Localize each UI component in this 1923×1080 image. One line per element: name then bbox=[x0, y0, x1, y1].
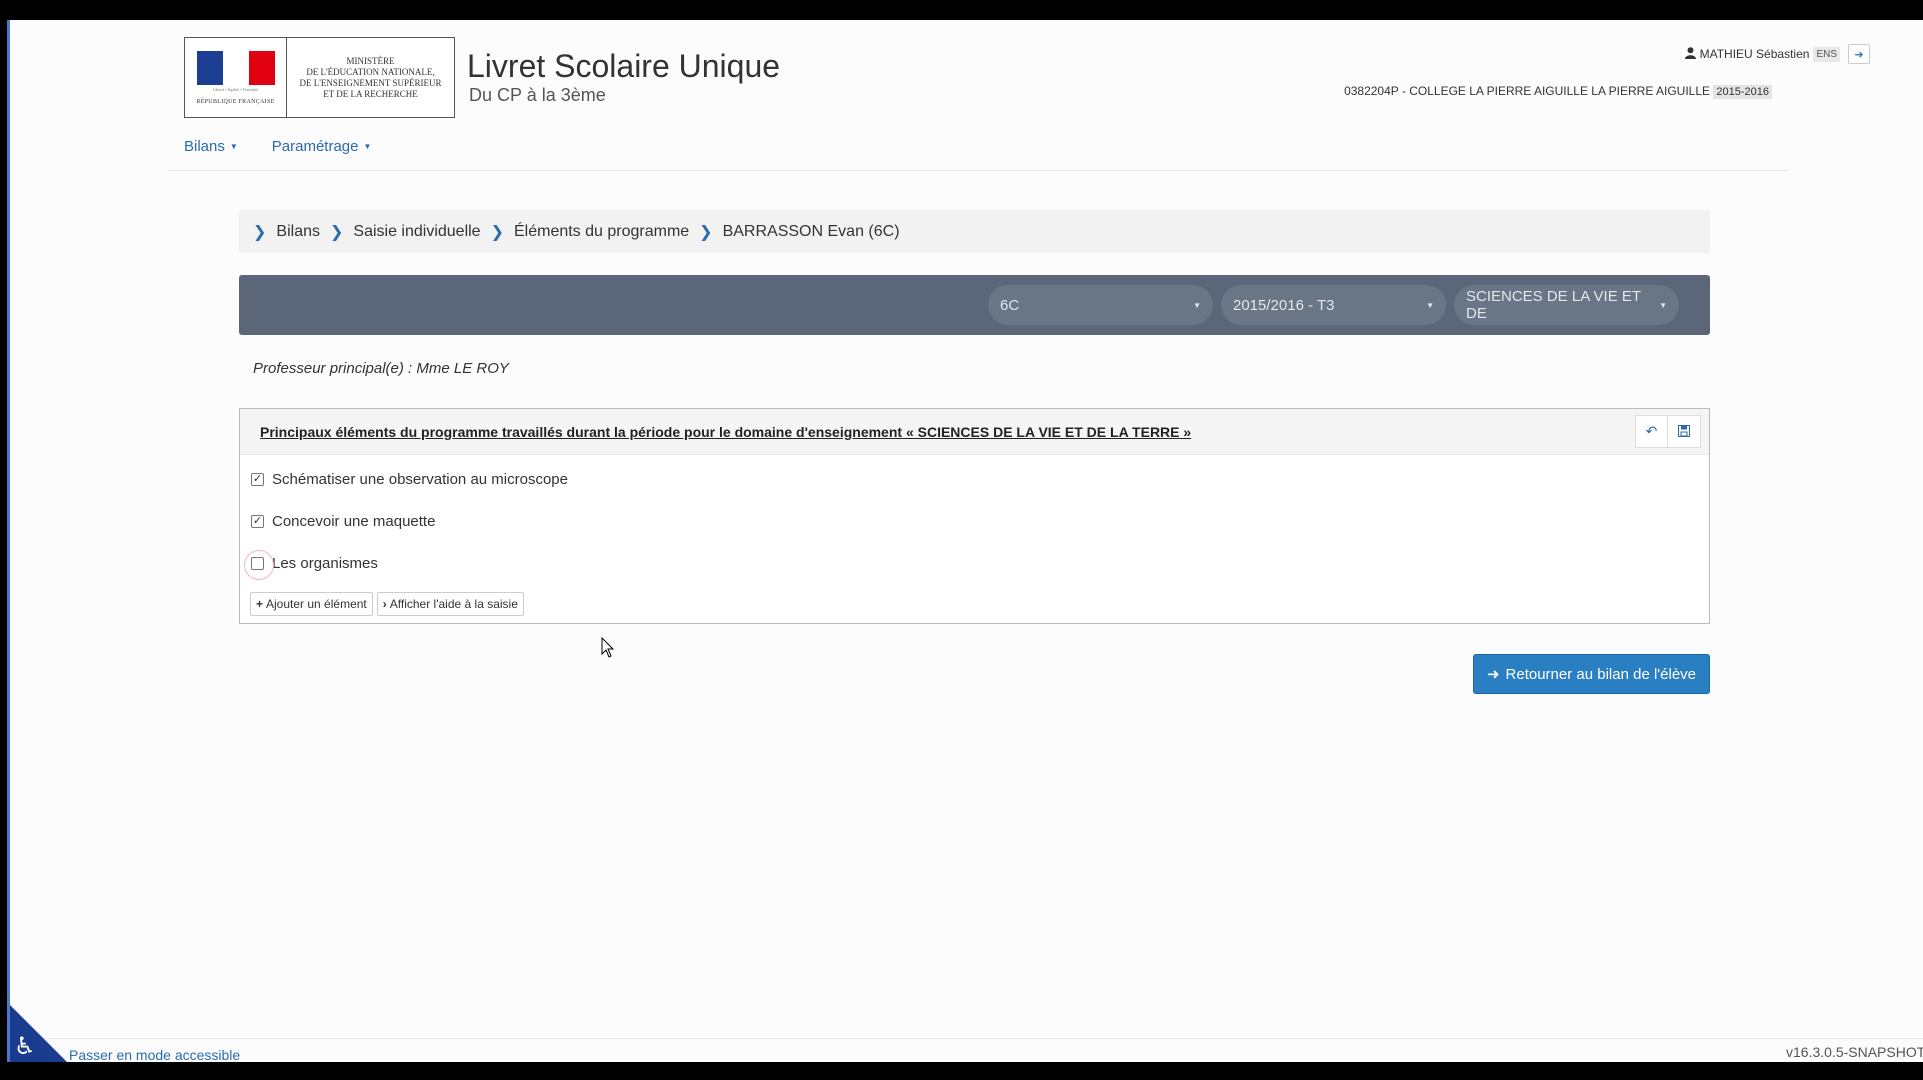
app-page: Liberté • Égalité • Fraternité RÉPUBLIQU… bbox=[7, 20, 1923, 1062]
back-button-label: Retourner au bilan de l'élève bbox=[1505, 665, 1697, 683]
caret-down-icon: ▼ bbox=[363, 142, 372, 151]
class-select-value: 6C bbox=[1000, 296, 1020, 314]
breadcrumb-student: BARRASSON Evan (6C) bbox=[722, 222, 900, 240]
subject-select-value: SCIENCES DE LA VIE ET DE bbox=[1466, 288, 1641, 322]
republic-label: RÉPUBLIQUE FRANÇAISE bbox=[196, 98, 275, 105]
principal-teacher: Professeur principal(e) : Mme LE ROY bbox=[253, 360, 509, 377]
logout-icon: ➜ bbox=[1854, 48, 1864, 61]
user-icon bbox=[1684, 46, 1696, 62]
item-checkbox-checked[interactable]: ✓ bbox=[251, 515, 264, 528]
breadcrumb: ❯ Bilans ❯ Saisie individuelle ❯ Élément… bbox=[239, 210, 1710, 253]
school-year-badge: 2015-2016 bbox=[1713, 85, 1772, 99]
undo-icon: ↶ bbox=[1645, 423, 1658, 439]
breadcrumb-bilans[interactable]: Bilans bbox=[276, 223, 320, 241]
item-checkbox-unchecked[interactable] bbox=[244, 550, 274, 580]
marianne-logo: Liberté • Égalité • Fraternité RÉPUBLIQU… bbox=[185, 38, 287, 117]
add-element-label: Ajouter un élément bbox=[266, 597, 367, 611]
footer-divider bbox=[10, 1038, 1923, 1039]
logout-button[interactable]: ➜ bbox=[1848, 44, 1870, 64]
nav-parametrage-menu[interactable]: Paramétrage ▼ bbox=[272, 138, 372, 155]
app-subtitle: Du CP à la 3ème bbox=[469, 85, 606, 105]
nav-divider bbox=[168, 170, 1788, 171]
program-item: Les organismes bbox=[244, 550, 378, 580]
caret-down-icon: ▼ bbox=[1659, 300, 1667, 310]
program-item-label: Les organismes bbox=[272, 555, 378, 572]
filter-toolbar: 6C ▼ 2015/2016 - T3 ▼ SCIENCES DE LA VIE… bbox=[239, 275, 1710, 335]
save-icon bbox=[1678, 424, 1690, 440]
caret-down-icon: ▼ bbox=[1426, 300, 1434, 310]
focus-ring bbox=[244, 550, 274, 580]
chevron-right-icon: ❯ bbox=[699, 223, 713, 241]
class-select[interactable]: 6C ▼ bbox=[988, 285, 1213, 325]
save-button[interactable] bbox=[1668, 415, 1701, 448]
ministry-logo: Liberté • Égalité • Fraternité RÉPUBLIQU… bbox=[184, 37, 455, 118]
user-name: MATHIEU Sébastien bbox=[1699, 47, 1810, 61]
school-info: 0382204P - COLLEGE LA PIERRE AIGUILLE LA… bbox=[1210, 84, 1772, 99]
nav-item-label: Paramétrage bbox=[271, 138, 359, 155]
period-select[interactable]: 2015/2016 - T3 ▼ bbox=[1221, 285, 1446, 325]
caret-down-icon: ▼ bbox=[229, 142, 238, 151]
panel-header: Principaux éléments du programme travail… bbox=[240, 409, 1709, 455]
chevron-right-icon: ❯ bbox=[329, 223, 344, 241]
show-help-button[interactable]: › Afficher l'aide à la saisie bbox=[376, 592, 524, 616]
chevron-right-icon: ❯ bbox=[490, 223, 504, 241]
mouse-cursor-icon bbox=[601, 636, 615, 664]
show-help-label: Afficher l'aide à la saisie bbox=[389, 597, 518, 611]
program-item-label: Schématiser une observation au microscop… bbox=[272, 471, 568, 488]
accessible-mode-link[interactable]: Passer en mode accessible bbox=[69, 1047, 240, 1062]
subject-select[interactable]: SCIENCES DE LA VIE ET DE ▼ bbox=[1454, 285, 1679, 325]
panel-buttons: + Ajouter un élément › Afficher l'aide à… bbox=[250, 592, 524, 616]
add-element-button[interactable]: + Ajouter un élément bbox=[250, 592, 373, 616]
plus-icon: + bbox=[256, 597, 264, 611]
nav-bilans-menu[interactable]: Bilans ▼ bbox=[184, 138, 238, 155]
caret-down-icon: ▼ bbox=[1193, 300, 1201, 310]
republic-motto: Liberté • Égalité • Fraternité bbox=[212, 86, 259, 92]
version-label: v16.3.0.5-SNAPSHOT bbox=[1786, 1044, 1923, 1060]
program-item: ✓ Schématiser une observation au microsc… bbox=[251, 471, 568, 488]
undo-button[interactable]: ↶ bbox=[1635, 415, 1668, 448]
user-info: MATHIEU Sébastien ENS ➜ bbox=[1570, 44, 1870, 64]
french-flag-icon bbox=[196, 50, 275, 85]
chevron-right-icon: › bbox=[382, 597, 387, 611]
period-select-value: 2015/2016 - T3 bbox=[1233, 296, 1335, 314]
chevron-right-icon: ❯ bbox=[253, 223, 267, 241]
panel-actions: ↶ bbox=[1635, 415, 1701, 448]
item-checkbox-checked[interactable]: ✓ bbox=[251, 473, 264, 486]
panel-title: Principaux éléments du programme travail… bbox=[260, 423, 1192, 440]
breadcrumb-saisie[interactable]: Saisie individuelle bbox=[353, 223, 480, 241]
school-name: 0382204P - COLLEGE LA PIERRE AIGUILLE LA… bbox=[1344, 84, 1711, 98]
program-item-label: Concevoir une maquette bbox=[272, 513, 436, 530]
arrow-right-icon: ➜ bbox=[1486, 666, 1500, 683]
ministry-name: MINISTÈRE DE L'ÉDUCATION NATIONALE, DE L… bbox=[299, 55, 442, 99]
main-nav: Bilans ▼ Paramétrage ▼ bbox=[184, 138, 371, 155]
accessibility-icon[interactable]: ♿ bbox=[14, 1032, 36, 1061]
app-title: Livret Scolaire Unique bbox=[467, 48, 781, 84]
back-to-student-button[interactable]: ➜ Retourner au bilan de l'élève bbox=[1473, 654, 1710, 694]
program-item: ✓ Concevoir une maquette bbox=[251, 513, 435, 530]
user-role-badge: ENS bbox=[1813, 46, 1840, 62]
nav-item-label: Bilans bbox=[184, 138, 225, 155]
breadcrumb-elements[interactable]: Éléments du programme bbox=[514, 223, 689, 241]
program-elements-panel: Principaux éléments du programme travail… bbox=[239, 408, 1710, 624]
